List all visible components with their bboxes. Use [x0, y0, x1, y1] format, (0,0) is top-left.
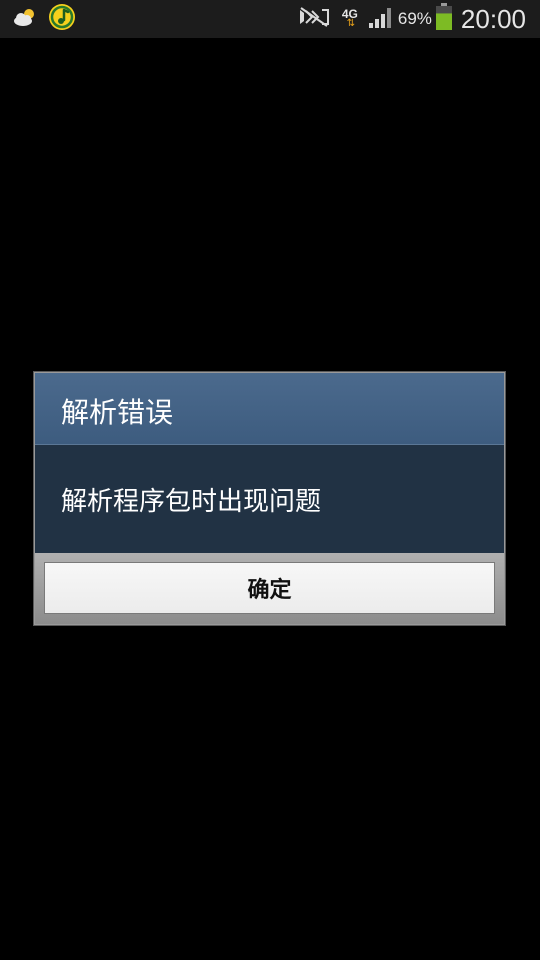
music-app-icon	[48, 3, 76, 35]
status-bar-left	[12, 4, 76, 34]
signal-strength-icon	[368, 5, 394, 33]
screen: 4G ⇅ 69% 20:00 解析错误 解析程序包时出现问题 确定	[0, 0, 540, 960]
network-type-indicator: 4G ⇅	[342, 8, 358, 29]
dialog-body: 解析程序包时出现问题	[35, 445, 504, 553]
notifications-muted-icon	[298, 6, 330, 32]
network-activity-icon: ⇅	[346, 18, 356, 29]
status-bar-right: 4G ⇅ 69% 20:00	[298, 0, 526, 38]
weather-cloudy-sun-icon	[12, 6, 38, 32]
status-bar-clock: 20:00	[460, 3, 526, 34]
battery-percent: 69%	[397, 9, 432, 28]
error-dialog: 解析错误 解析程序包时出现问题 确定	[34, 372, 505, 625]
dialog-title: 解析错误	[61, 396, 174, 429]
status-bar: 4G ⇅ 69% 20:00	[0, 0, 540, 38]
dialog-button-bar: 确定	[35, 553, 504, 624]
ok-button[interactable]: 确定	[44, 562, 495, 614]
battery-icon	[435, 3, 453, 35]
dialog-message: 解析程序包时出现问题	[61, 487, 322, 517]
dialog-title-bar: 解析错误	[35, 373, 504, 445]
